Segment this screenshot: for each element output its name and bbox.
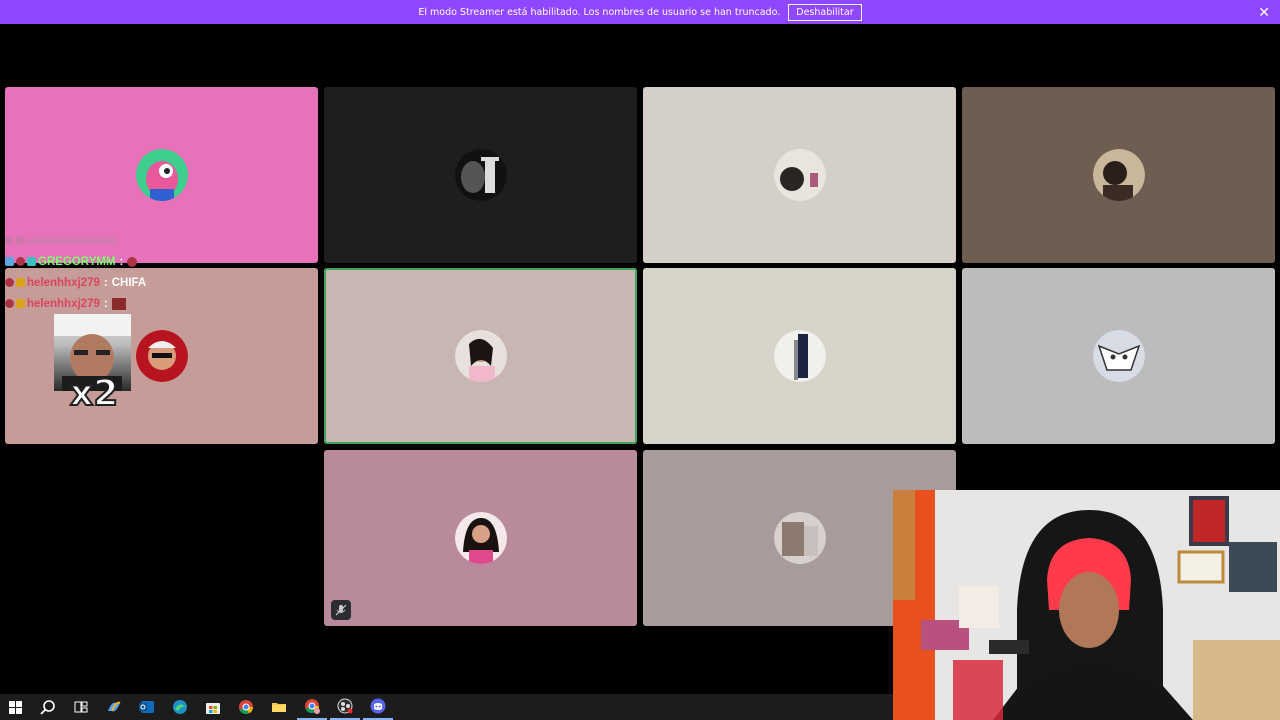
avatar (773, 149, 826, 201)
participant-tile[interactable] (324, 87, 637, 263)
emote-multiplier: x2 (69, 372, 119, 415)
muted-icon (331, 600, 351, 620)
chat-line: helenhhxj279 : CHIFA (5, 272, 205, 293)
avatar (454, 330, 507, 382)
disable-streamer-mode-button[interactable]: Deshabilitar (788, 3, 862, 21)
participant-tile[interactable] (643, 87, 956, 263)
task-view-icon[interactable] (66, 694, 96, 720)
participant-tile[interactable] (643, 268, 956, 444)
file-explorer-icon[interactable] (264, 694, 294, 720)
webcam-overlay (893, 490, 1280, 720)
avatar (1092, 149, 1145, 201)
avatar (1092, 330, 1145, 382)
participant-tile[interactable] (962, 87, 1275, 263)
chat-line: GREGORYMM : (5, 251, 205, 272)
badge-icon (5, 257, 14, 266)
search-icon[interactable] (33, 694, 63, 720)
taskbar (0, 694, 893, 720)
chat-line-faded (5, 230, 205, 251)
edge-icon[interactable] (165, 694, 195, 720)
emote-icon (111, 297, 126, 310)
chat-separator: : (103, 297, 108, 310)
participant-tile[interactable] (324, 450, 637, 626)
copilot-icon[interactable] (99, 694, 129, 720)
badge-icon (16, 257, 25, 266)
avatar (773, 330, 826, 382)
streamer-mode-banner: El modo Streamer está habilitado. Los no… (0, 0, 1280, 24)
stream-chat-overlay: GREGORYMM : helenhhxj279 : CHIFA helenhh… (5, 230, 205, 314)
crown-icon (16, 278, 25, 287)
discord-icon[interactable] (363, 694, 393, 720)
windows-start-icon[interactable] (0, 694, 30, 720)
chat-separator: : (119, 255, 124, 268)
chat-line: helenhhxj279 : (5, 293, 205, 314)
avatar (454, 512, 507, 564)
chrome-icon[interactable] (231, 694, 261, 720)
participant-tile-speaking[interactable] (324, 268, 637, 444)
badge-icon (5, 299, 14, 308)
chat-username: helenhhxj279 (27, 297, 100, 310)
avatar (135, 149, 188, 201)
chat-separator: : (103, 276, 108, 289)
chat-username: helenhhxj279 (27, 276, 100, 289)
avatar (773, 512, 826, 564)
avatar (135, 330, 188, 382)
badge-icon (27, 257, 36, 266)
participant-tile[interactable] (962, 268, 1275, 444)
emote-icon (127, 256, 138, 267)
store-icon[interactable] (198, 694, 228, 720)
chat-username: GREGORYMM (38, 255, 116, 268)
avatar (454, 149, 507, 201)
chat-message: CHIFA (111, 276, 147, 289)
close-icon[interactable]: ✕ (1258, 4, 1270, 21)
badge-icon (5, 278, 14, 287)
chrome-profile-icon[interactable] (297, 694, 327, 720)
obs-icon[interactable] (330, 694, 360, 720)
streamer-mode-message: El modo Streamer está habilitado. Los no… (418, 6, 781, 18)
crown-icon (16, 299, 25, 308)
outlook-icon[interactable] (132, 694, 162, 720)
